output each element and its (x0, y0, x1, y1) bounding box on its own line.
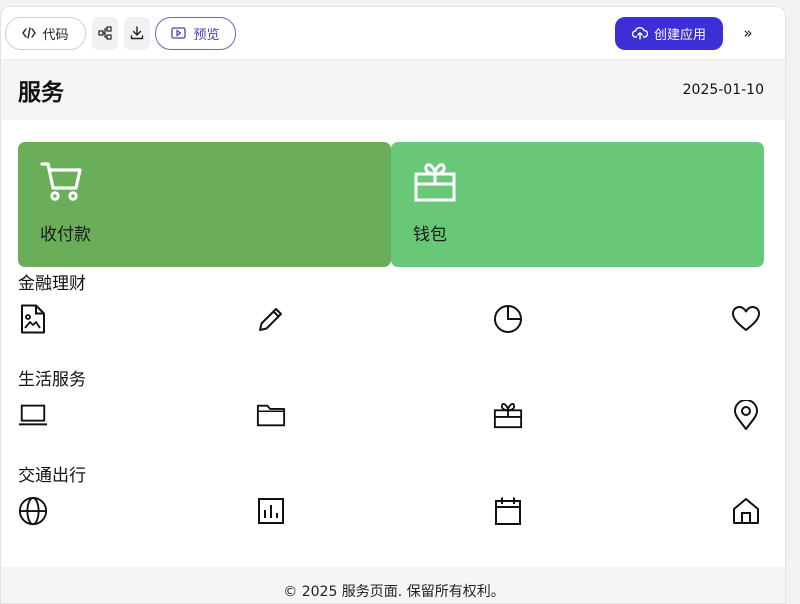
header-date: 2025-01-10 (682, 82, 764, 98)
feature-cards: 收付款 钱包 (1, 120, 785, 268)
create-app-label: 创建应用 (653, 27, 706, 43)
pie-chart-icon[interactable] (493, 304, 523, 334)
card-payment[interactable]: 收付款 (18, 142, 391, 267)
section-title-life: 生活服务 (18, 370, 86, 390)
card-wallet[interactable]: 钱包 (391, 142, 764, 267)
heart-icon[interactable] (731, 304, 761, 334)
card-wallet-label: 钱包 (413, 225, 447, 245)
page-header: 服务 2025-01-10 (1, 60, 785, 120)
preview-button-label: 预览 (193, 27, 220, 43)
gift-icon (413, 160, 459, 206)
section-title-transport: 交通出行 (18, 466, 86, 486)
download-button[interactable] (124, 16, 150, 50)
gift-icon[interactable] (493, 400, 523, 430)
code-button-label: 代码 (42, 27, 69, 43)
folder-icon[interactable] (256, 400, 286, 430)
pencil-icon[interactable] (256, 304, 286, 334)
section-icons-transport (1, 490, 785, 556)
preview-button[interactable]: 预览 (155, 16, 236, 50)
create-app-button[interactable]: 创建应用 (615, 16, 723, 50)
page-footer: © 2025 服务页面. 保留所有权利。 (1, 567, 785, 603)
cart-icon (40, 160, 86, 206)
app-window: 代码 预览 创建应用 » 服务 2025-01-10 收付款 钱包 金融理财 生… (0, 6, 786, 604)
page-title: 服务 (18, 80, 64, 106)
download-icon (130, 26, 144, 40)
globe-icon[interactable] (18, 496, 48, 526)
section-icons-finance (1, 298, 785, 364)
cloud-upload-icon (631, 26, 648, 40)
section-title-finance: 金融理财 (18, 274, 86, 294)
flow-icon (98, 26, 112, 40)
map-pin-icon[interactable] (731, 400, 761, 430)
more-button[interactable]: » (733, 17, 763, 50)
bar-chart-icon[interactable] (256, 496, 286, 526)
document-image-icon[interactable] (18, 304, 48, 334)
section-icons-life (1, 394, 785, 460)
copyright-text: © 2025 服务页面. 保留所有权利。 (283, 584, 505, 600)
laptop-icon[interactable] (18, 400, 48, 430)
top-toolbar: 代码 预览 创建应用 » (1, 7, 785, 60)
card-payment-label: 收付款 (40, 225, 91, 245)
calendar-icon[interactable] (493, 496, 523, 526)
code-button[interactable]: 代码 (5, 16, 86, 50)
share-button[interactable] (92, 16, 118, 50)
play-icon (171, 27, 187, 39)
home-icon[interactable] (731, 496, 761, 526)
code-icon (22, 27, 37, 39)
